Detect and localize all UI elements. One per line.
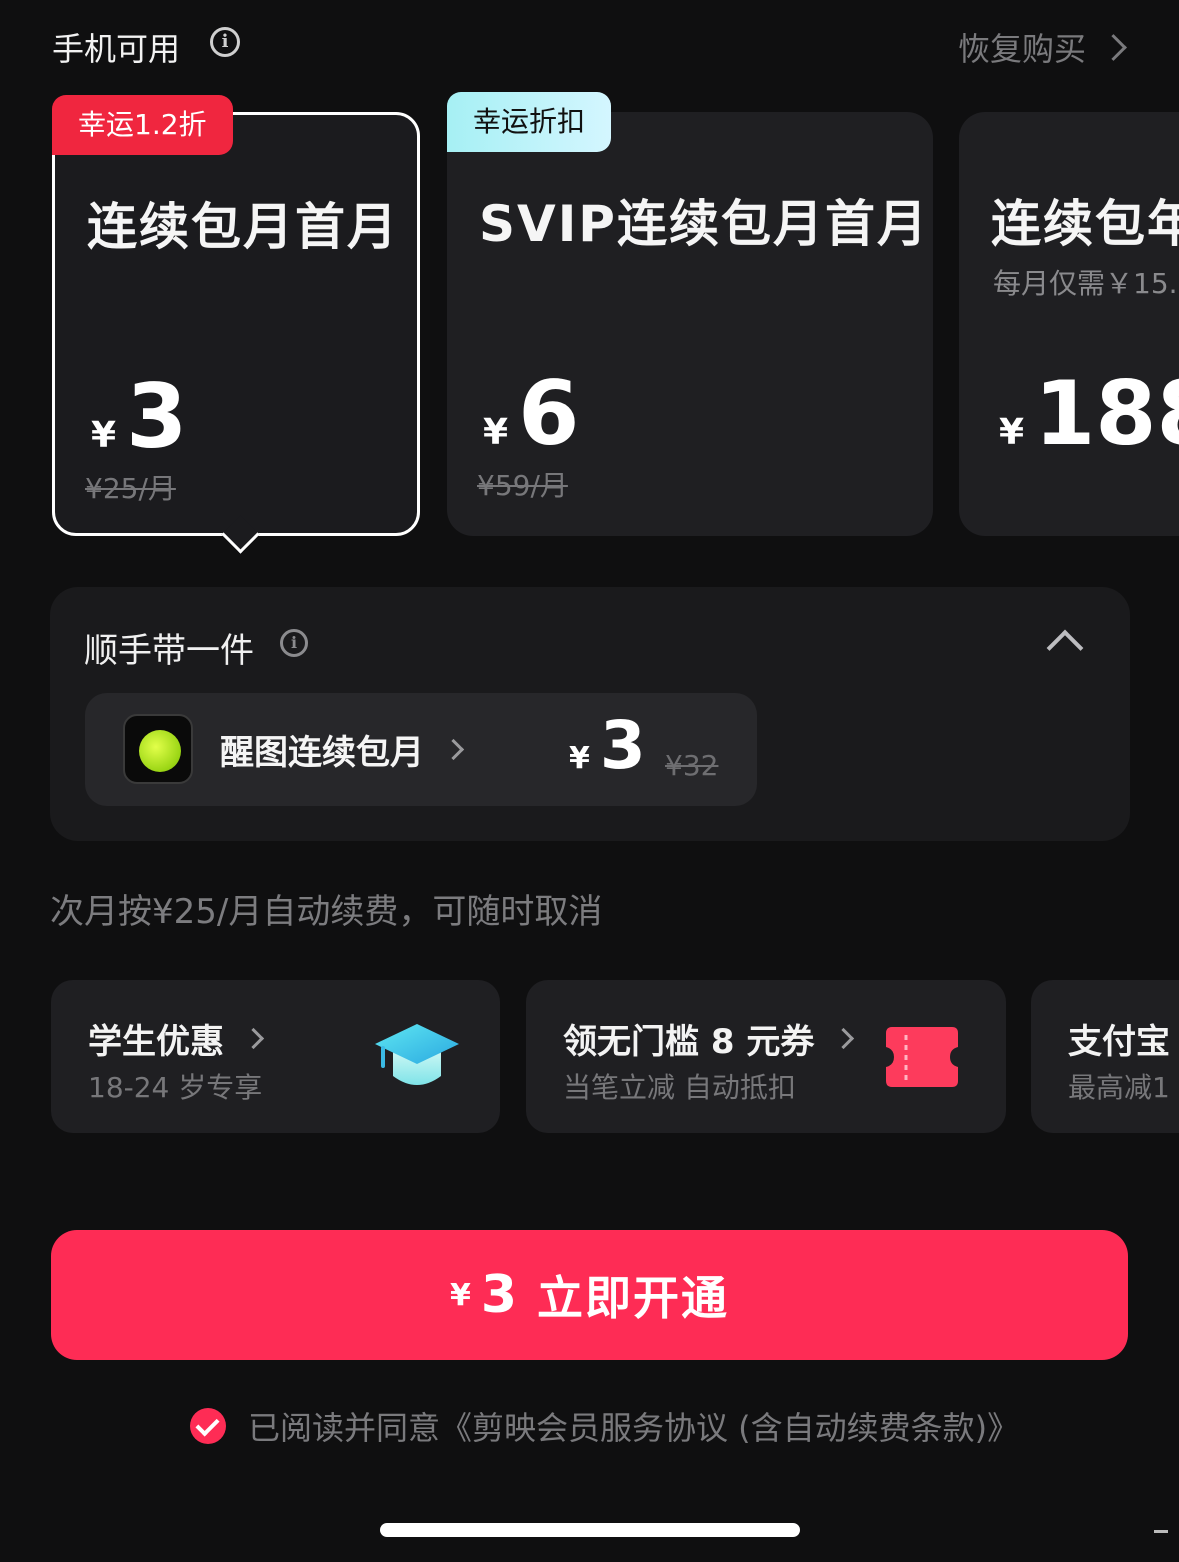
promo-title: 支付宝 xyxy=(1068,1022,1170,1062)
plan-card-monthly[interactable]: 幸运1.2折 连续包月首月 ¥ 3 ¥25/月 xyxy=(52,95,420,554)
plan-price: ¥ 6 xyxy=(483,370,579,458)
promo-title: 领无门槛 8 元券 xyxy=(563,1014,855,1063)
promo-subtitle: 最高减1 xyxy=(1068,1071,1170,1104)
plan-card-svip-monthly[interactable]: 幸运折扣 SVIP连续包月首月 ¥ 6 ¥59/月 xyxy=(447,92,933,536)
chevron-right-icon xyxy=(442,738,465,761)
addon-title: 顺手带一件 xyxy=(84,631,254,671)
addon-price: ¥ 3 xyxy=(569,713,646,779)
checkbox-checked-icon[interactable] xyxy=(190,1408,226,1444)
chevron-right-icon xyxy=(242,1027,265,1050)
plan-price: ¥ 188 xyxy=(999,370,1179,458)
currency-symbol: ¥ xyxy=(569,741,590,776)
original-price: ¥25/月 xyxy=(85,472,176,505)
promo-title: 学生优惠 xyxy=(88,1014,265,1063)
plan-title: 连续包月首月 xyxy=(87,198,399,256)
promo-title-label: 学生优惠 xyxy=(88,1022,224,1062)
renewal-note: 次月按¥25/月自动续费，可随时取消 xyxy=(50,892,603,932)
xingtu-app-icon xyxy=(123,714,193,784)
addon-item-label: 醒图连续包月 xyxy=(220,733,424,773)
chevron-up-icon[interactable] xyxy=(1046,629,1084,667)
cta-amount: 3 xyxy=(480,1265,518,1325)
edge-mark xyxy=(1154,1530,1168,1533)
selection-pointer xyxy=(221,515,260,554)
promo-title-label: 领无门槛 8 元券 xyxy=(563,1022,815,1062)
agreement-row[interactable]: 已阅读并同意《剪映会员服务协议 (含自动续费条款)》 xyxy=(190,1403,1019,1449)
addon-original-price: ¥32 xyxy=(665,749,719,782)
restore-purchase-label: 恢复购买 xyxy=(957,30,1086,68)
price-value: 3 xyxy=(599,707,646,784)
currency-symbol: ¥ xyxy=(483,412,509,453)
promo-card-student[interactable]: 学生优惠 18-24 岁专享 xyxy=(51,980,500,1133)
discount-badge: 幸运1.2折 xyxy=(52,95,233,155)
graduation-cap-icon xyxy=(375,1024,459,1085)
home-indicator xyxy=(380,1523,800,1537)
promo-subtitle: 当笔立减 自动抵扣 xyxy=(563,1071,796,1104)
addon-panel: 顺手带一件 i 醒图连续包月 ¥ 3 ¥32 xyxy=(50,587,1130,841)
currency-symbol: ¥ xyxy=(91,415,117,456)
plan-card-yearly[interactable]: 连续包年 每月仅需￥15. ¥ 188 xyxy=(959,112,1179,536)
price-value: 3 xyxy=(126,365,188,468)
currency-symbol: ¥ xyxy=(999,412,1025,453)
info-icon[interactable]: i xyxy=(280,629,308,657)
chevron-right-icon xyxy=(833,1027,855,1050)
promo-card-coupon[interactable]: 领无门槛 8 元券 当笔立减 自动抵扣 xyxy=(526,980,1006,1133)
discount-badge: 幸运折扣 xyxy=(447,92,612,152)
plan-title: SVIP连续包月首月 xyxy=(479,195,929,253)
restore-purchase-link[interactable]: 恢复购买 xyxy=(957,24,1127,70)
info-icon[interactable]: i xyxy=(210,27,240,57)
original-price: ¥59/月 xyxy=(477,469,568,502)
promo-card-alipay[interactable]: 支付宝 最高减1 xyxy=(1031,980,1179,1133)
currency-symbol: ¥ xyxy=(449,1277,471,1313)
price-value: 188 xyxy=(1034,362,1179,465)
plan-title: 连续包年 xyxy=(991,195,1179,253)
page-title: 手机可用 xyxy=(52,30,181,68)
plan-subtitle: 每月仅需￥15. xyxy=(993,267,1178,300)
addon-item[interactable]: 醒图连续包月 ¥ 3 ¥32 xyxy=(85,693,757,806)
addon-item-name[interactable]: 醒图连续包月 xyxy=(220,725,465,774)
chevron-right-icon xyxy=(1100,33,1127,61)
plan-price: ¥ 3 xyxy=(91,373,187,461)
price-value: 6 xyxy=(518,362,580,465)
ticket-icon xyxy=(886,1027,958,1087)
subscribe-button[interactable]: ¥ 3 立即开通 xyxy=(51,1230,1128,1360)
cta-label: 立即开通 xyxy=(537,1271,730,1325)
agreement-link[interactable]: 已阅读并同意《剪映会员服务协议 (含自动续费条款)》 xyxy=(248,1403,1019,1449)
promo-subtitle: 18-24 岁专享 xyxy=(88,1071,263,1104)
